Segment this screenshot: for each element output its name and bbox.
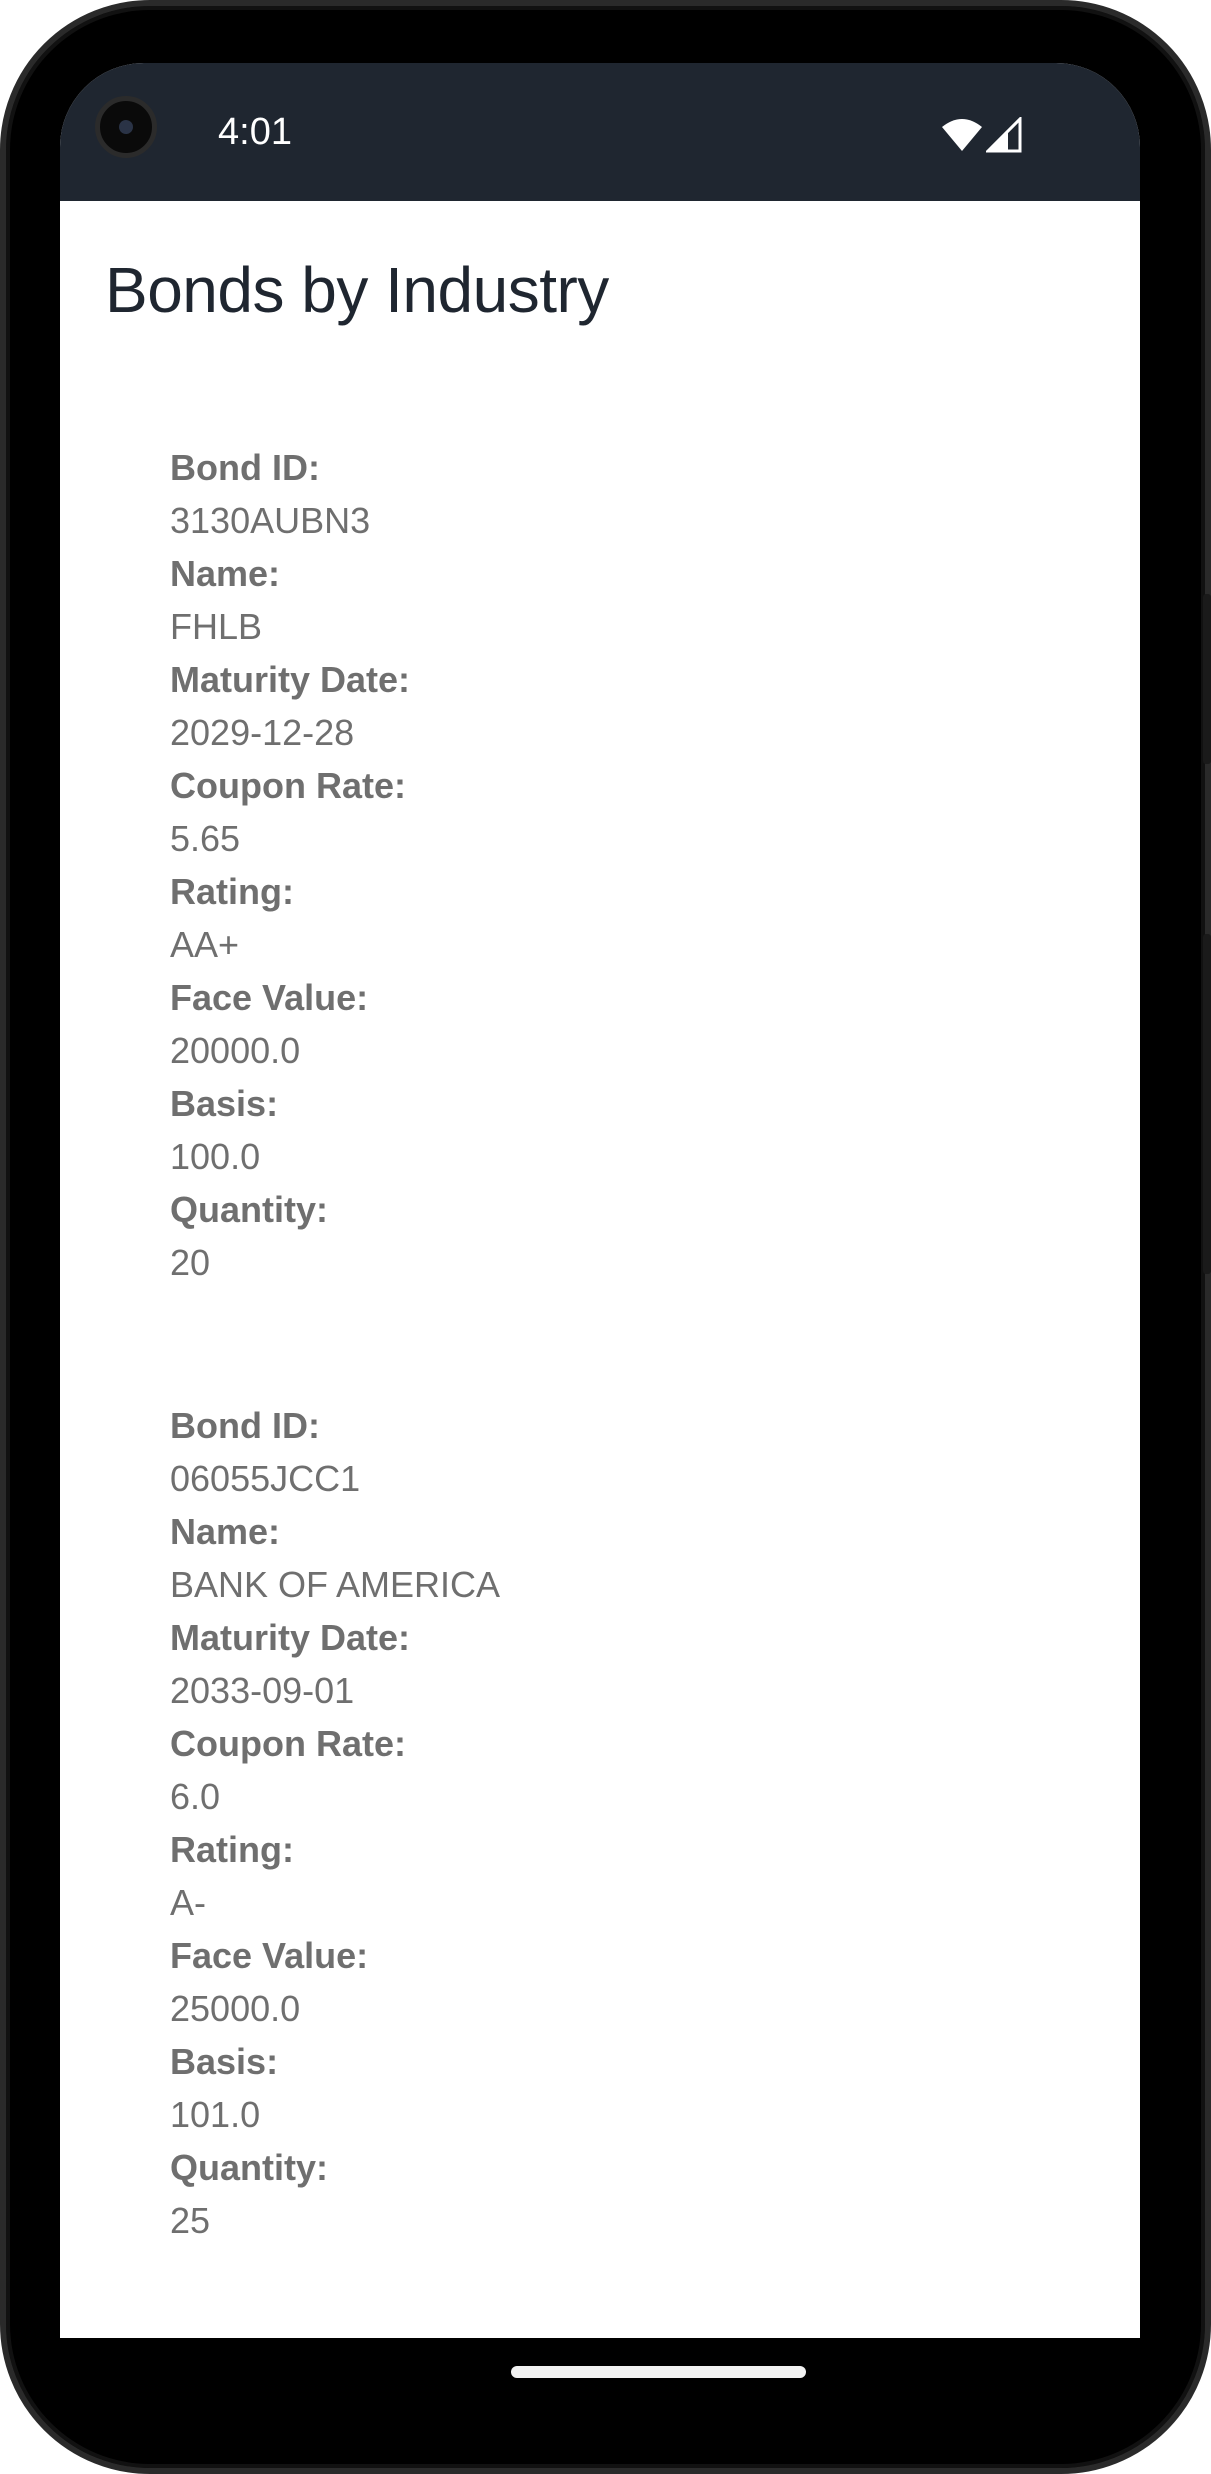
bond-card: Bond ID: 06055JCC1 Name: BANK OF AMERICA… <box>170 1399 1070 2247</box>
bond-list[interactable]: Bond ID: 3130AUBN3 Name: FHLB Maturity D… <box>170 441 1070 2338</box>
volume-button <box>1203 934 1211 1274</box>
name-label: Name: <box>170 1511 281 1552</box>
face-value-label: Face Value: <box>170 1935 369 1976</box>
rating-value: A- <box>170 1882 206 1923</box>
bond-card: Bond ID: 3130AUBN3 Name: FHLB Maturity D… <box>170 441 1070 1289</box>
name-label: Name: <box>170 553 281 594</box>
maturity-date-label: Maturity Date: <box>170 659 411 700</box>
maturity-date-value: 2033-09-01 <box>170 1670 355 1711</box>
name-value: FHLB <box>170 606 263 647</box>
face-value-value: 20000.0 <box>170 1030 301 1071</box>
quantity-value: 20 <box>170 1242 211 1283</box>
main-content: Bonds by Industry Bond ID: 3130AUBN3 Nam… <box>60 201 1140 2338</box>
power-button <box>1203 594 1211 764</box>
coupon-rate-label: Coupon Rate: <box>170 1723 406 1764</box>
basis-value: 100.0 <box>170 1136 261 1177</box>
wifi-icon <box>942 119 982 151</box>
basis-label: Basis: <box>170 1083 279 1124</box>
basis-label: Basis: <box>170 2041 279 2082</box>
page-title: Bonds by Industry <box>105 254 609 326</box>
maturity-date-label: Maturity Date: <box>170 1617 411 1658</box>
gesture-nav-bar <box>60 2338 1140 2428</box>
quantity-label: Quantity: <box>170 2147 328 2188</box>
rating-label: Rating: <box>170 871 294 912</box>
quantity-value: 25 <box>170 2200 211 2241</box>
home-indicator[interactable] <box>511 2366 806 2378</box>
rating-label: Rating: <box>170 1829 294 1870</box>
front-camera <box>95 96 157 158</box>
face-value-label: Face Value: <box>170 977 369 1018</box>
face-value-value: 25000.0 <box>170 1988 301 2029</box>
status-time: 4:01 <box>218 111 292 153</box>
coupon-rate-label: Coupon Rate: <box>170 765 406 806</box>
rating-value: AA+ <box>170 924 240 965</box>
quantity-label: Quantity: <box>170 1189 328 1230</box>
bond-id-value: 06055JCC1 <box>170 1458 361 1499</box>
status-bar: 4:01 <box>60 63 1140 201</box>
bond-id-value: 3130AUBN3 <box>170 500 371 541</box>
screen: 4:01 Bonds by Industry Bond ID: 3130AUBN… <box>60 63 1140 2338</box>
coupon-rate-value: 5.65 <box>170 818 241 859</box>
basis-value: 101.0 <box>170 2094 261 2135</box>
coupon-rate-value: 6.0 <box>170 1776 221 1817</box>
maturity-date-value: 2029-12-28 <box>170 712 355 753</box>
camera-lens <box>119 120 133 134</box>
name-value: BANK OF AMERICA <box>170 1564 501 1605</box>
bond-id-label: Bond ID: <box>170 1405 320 1446</box>
cell-signal-icon <box>986 117 1022 153</box>
bond-id-label: Bond ID: <box>170 447 320 488</box>
